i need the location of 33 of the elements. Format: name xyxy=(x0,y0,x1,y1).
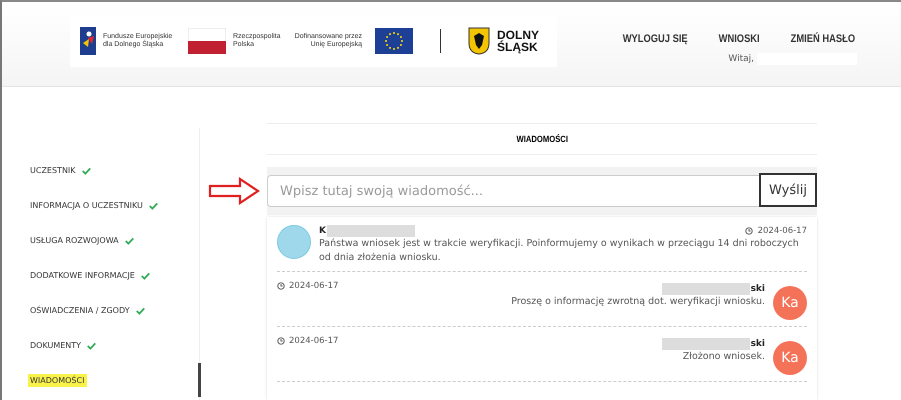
arrow-icon xyxy=(208,177,260,205)
active-indicator xyxy=(198,363,201,397)
message-input[interactable]: Wpisz tutaj swoją wiadomość... xyxy=(267,175,759,207)
region-logo-text: DOLNY ŚLĄSK xyxy=(497,29,540,53)
message-date: 2024-06-17 xyxy=(758,226,807,236)
sidebar-item[interactable]: INFORMACJA O UCZESTNIKU xyxy=(28,199,146,212)
stars-flag-icon xyxy=(375,28,413,54)
clock-icon xyxy=(277,282,285,290)
page-title: WIADOMOŚCI xyxy=(516,134,568,144)
send-button[interactable]: Wyślij xyxy=(759,173,817,207)
eagle-crest-icon xyxy=(468,27,490,55)
sidebar-item[interactable]: OŚWIADCZENIA / ZGODY xyxy=(28,304,133,317)
author-name: ski xyxy=(750,284,765,294)
flag-icon xyxy=(188,28,226,54)
nav-link[interactable]: ZMIEŃ HASŁO xyxy=(790,33,856,45)
clock-icon xyxy=(744,227,753,235)
message-text: Proszę o informację zwrotną dot. weryfikacji wniosku. xyxy=(511,295,765,309)
sidebar-item[interactable]: USŁUGA ROZWOJOWA xyxy=(28,234,122,247)
message-date: 2024-06-17 xyxy=(289,336,338,346)
nav-link[interactable]: WNIOSKI xyxy=(718,33,760,45)
sidebar-item[interactable]: DODATKOWE INFORMACJE xyxy=(28,269,138,282)
author-name: ski xyxy=(750,339,765,349)
sidebar-item[interactable]: DOKUMENTY xyxy=(28,339,84,352)
message-date: 2024-06-17 xyxy=(289,281,338,291)
sidebar-item[interactable]: UCZESTNIK xyxy=(28,164,79,177)
funds-logo-icon xyxy=(80,27,96,55)
nav-link[interactable]: WYLOGUJ SIĘ xyxy=(622,33,688,45)
message-text: Państwa wniosek jest w trakcie weryfikacji. Poinformujemy o wynikach w przeciągu 14 dni roboczych od dnia złożenia wniosku. xyxy=(319,237,800,265)
clock-icon xyxy=(277,337,285,345)
author-name: K xyxy=(319,226,326,236)
message-text: Złożono wniosek. xyxy=(682,350,765,364)
greeting-text: Witaj, xyxy=(728,54,754,64)
sidebar-item[interactable]: WIADOMOŚCI xyxy=(28,374,88,387)
